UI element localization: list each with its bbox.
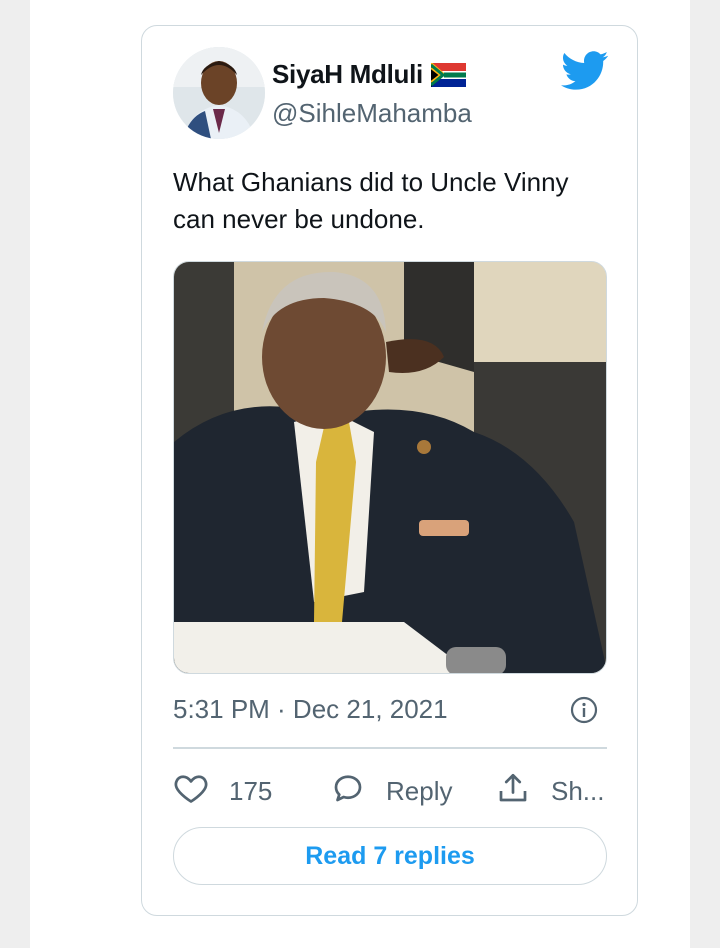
heart-icon bbox=[173, 770, 209, 813]
author-handle[interactable]: @SihleMahamba bbox=[272, 98, 472, 129]
info-icon[interactable] bbox=[570, 696, 598, 724]
avatar[interactable] bbox=[173, 47, 265, 139]
divider bbox=[173, 747, 607, 749]
twitter-bird-icon[interactable] bbox=[561, 51, 609, 91]
reply-button[interactable]: Reply bbox=[330, 768, 452, 814]
share-icon bbox=[495, 770, 531, 813]
tweet-photo[interactable] bbox=[173, 261, 607, 674]
page-background: SiyaH Mdluli @SihleMahamba What Ghanians… bbox=[30, 0, 690, 948]
share-button[interactable]: Sh... bbox=[495, 768, 604, 814]
author-name[interactable]: SiyaH Mdluli bbox=[272, 59, 423, 90]
tweet-actions: 175 Reply Sh... bbox=[173, 768, 613, 814]
tweet-text: What Ghanians did to Uncle Vinny can nev… bbox=[173, 167, 569, 234]
south-africa-flag-icon bbox=[430, 61, 466, 87]
read-replies-button[interactable]: Read 7 replies bbox=[173, 827, 607, 885]
share-label: Sh... bbox=[551, 775, 605, 806]
author-name-row: SiyaH Mdluli bbox=[272, 59, 466, 90]
reply-label: Reply bbox=[386, 775, 453, 806]
tweet-timestamp[interactable]: 5:31 PM · Dec 21, 2021 bbox=[173, 694, 448, 725]
like-count: 175 bbox=[229, 775, 273, 806]
tweet-card: SiyaH Mdluli @SihleMahamba What Ghanians… bbox=[141, 25, 638, 916]
like-button[interactable]: 175 bbox=[173, 768, 272, 814]
reply-bubble-icon bbox=[330, 770, 366, 813]
